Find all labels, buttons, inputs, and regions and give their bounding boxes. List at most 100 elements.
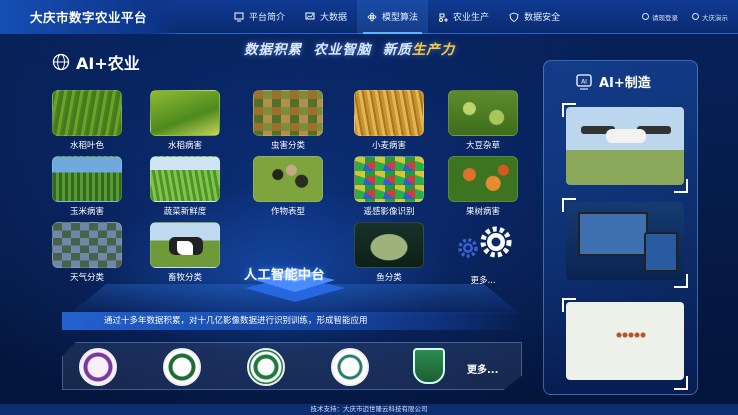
card-soy-weed[interactable]: 大豆杂草 <box>448 90 518 151</box>
nav-item-intro[interactable]: 平台简介 <box>224 0 295 34</box>
section-title-manufacturing: AI AI+制造 <box>575 72 651 91</box>
card-rice-disease[interactable]: 水稻病害 <box>150 90 220 151</box>
drone-image[interactable] <box>566 107 684 185</box>
slogan-part-1: 数据积累 <box>244 42 302 58</box>
card-label: 虫害分类 <box>270 141 305 151</box>
remote-sensing-image <box>354 156 424 202</box>
rice-disease-image <box>150 90 220 136</box>
section-title-agriculture: AI+农业 <box>52 50 140 74</box>
card-label: 遥感影像识别 <box>363 207 415 217</box>
partner-logo-academy[interactable] <box>163 348 201 386</box>
seed-detection-image[interactable] <box>566 302 684 380</box>
section-title-text: AI+农业 <box>76 54 140 73</box>
user-icon <box>692 13 699 20</box>
frame-corner <box>562 198 576 212</box>
gear-icon <box>458 226 512 258</box>
partners-bar: 更多... <box>62 342 522 390</box>
atom-icon <box>367 12 377 21</box>
app-title: 大庆市数字农业平台 <box>0 0 180 34</box>
seeds-graphic <box>616 332 646 338</box>
card-label: 小麦病害 <box>371 141 406 151</box>
nav-label: 模型算法 <box>382 13 419 23</box>
slogan-part-3: 新质 <box>382 42 412 58</box>
card-label: 玉米病害 <box>69 207 104 217</box>
user-label: 大庆演示 <box>702 13 728 22</box>
card-rice-leaf[interactable]: 水稻叶色 <box>52 90 122 151</box>
card-corn-disease[interactable]: 玉米病害 <box>52 156 122 217</box>
ai-chip-icon: AI <box>576 73 592 89</box>
shield-icon <box>509 12 519 22</box>
footer: 技术支持：大庆市迈世隆云科技有限公司 <box>0 404 738 415</box>
globe-icon <box>52 53 70 71</box>
card-fish[interactable]: 鱼分类 <box>354 222 424 283</box>
description-banner: 通过十多年数据积累，对十几亿影像数据进行识别训练，形成智能应用 <box>62 312 522 330</box>
frame-corner <box>562 298 576 312</box>
section-title-text: AI+制造 <box>599 76 651 91</box>
card-wheat-disease[interactable]: 小麦病害 <box>354 90 424 151</box>
cattle-image <box>150 222 220 268</box>
card-label: 大豆杂草 <box>465 141 500 151</box>
slogan-part-2: 农业智脑 <box>313 42 372 58</box>
card-label: 水稻叶色 <box>69 141 104 151</box>
card-pest[interactable]: 虫害分类 <box>253 90 323 151</box>
monitor-graphic <box>578 212 648 256</box>
nav-label: 平台简介 <box>249 13 286 23</box>
fish-image <box>354 222 424 268</box>
devices-image[interactable] <box>566 202 684 280</box>
nav-item-production[interactable]: 农业生产 <box>428 0 499 34</box>
partner-logo-university[interactable] <box>79 348 117 386</box>
monitor-icon <box>234 12 244 21</box>
card-label: 天气分类 <box>69 273 104 283</box>
slogan-part-4: 生产力 <box>411 42 456 58</box>
frame-corner <box>674 274 688 288</box>
vegetable-image <box>150 156 220 202</box>
card-label: 水稻病害 <box>167 141 202 151</box>
card-crop-phenotype[interactable]: 作物表型 <box>253 156 323 217</box>
tablet-graphic <box>644 232 678 272</box>
crop-phenotype-image <box>253 156 323 202</box>
partner-logo-institute[interactable] <box>331 348 369 386</box>
svg-text:AI: AI <box>581 78 587 85</box>
frame-corner <box>562 103 576 117</box>
nav-label: 农业生产 <box>453 13 490 23</box>
card-label: 畜牧分类 <box>167 273 202 283</box>
card-label: 蔬菜新鲜度 <box>163 207 207 217</box>
drone-graphic <box>606 129 646 143</box>
frame-corner <box>674 376 688 390</box>
screen-icon <box>305 12 315 19</box>
frame-corner <box>674 179 688 193</box>
login-link[interactable]: 请现登录 <box>642 12 678 22</box>
card-weather[interactable]: 天气分类 <box>52 222 122 283</box>
user-menu[interactable]: 大庆演示 <box>692 12 728 22</box>
ai-platform-label: 人工智能中台 <box>244 268 326 283</box>
top-bar: 大庆市数字农业平台 平台简介 大数据 模型算法 农业生产 数据安全 请现登录 大… <box>0 0 738 34</box>
card-label: 作物表型 <box>270 207 305 217</box>
card-more[interactable]: 更多... <box>448 222 518 286</box>
tractor-icon <box>439 13 448 22</box>
partners-more-link[interactable]: 更多... <box>467 361 498 376</box>
main-nav: 平台简介 大数据 模型算法 农业生产 数据安全 <box>224 0 570 34</box>
corn-image <box>52 156 122 202</box>
soy-image <box>448 90 518 136</box>
partner-logo-agri-school[interactable] <box>247 348 285 386</box>
nav-label: 数据安全 <box>524 13 561 23</box>
nav-item-security[interactable]: 数据安全 <box>499 0 570 34</box>
nav-label: 大数据 <box>320 13 348 23</box>
pest-image <box>253 90 323 136</box>
card-remote-sensing[interactable]: 遥感影像识别 <box>354 156 424 217</box>
card-vegetable-freshness[interactable]: 蔬菜新鲜度 <box>150 156 220 217</box>
card-label: 鱼分类 <box>376 273 402 283</box>
slogan: 数据积累 农业智脑 新质生产力 <box>244 38 455 58</box>
rice-leaf-image <box>52 90 122 136</box>
login-label: 请现登录 <box>652 13 678 22</box>
partner-logo-shield[interactable] <box>413 348 445 384</box>
card-fruit-disease[interactable]: 果树病害 <box>448 156 518 217</box>
headset-icon <box>642 13 649 20</box>
fruit-image <box>448 156 518 202</box>
top-right-links: 请现登录 大庆演示 <box>642 12 738 22</box>
card-livestock[interactable]: 畜牧分类 <box>150 222 220 283</box>
nav-item-bigdata[interactable]: 大数据 <box>295 0 357 34</box>
nav-item-models[interactable]: 模型算法 <box>357 0 429 34</box>
card-label: 果树病害 <box>465 207 500 217</box>
weather-image <box>52 222 122 268</box>
